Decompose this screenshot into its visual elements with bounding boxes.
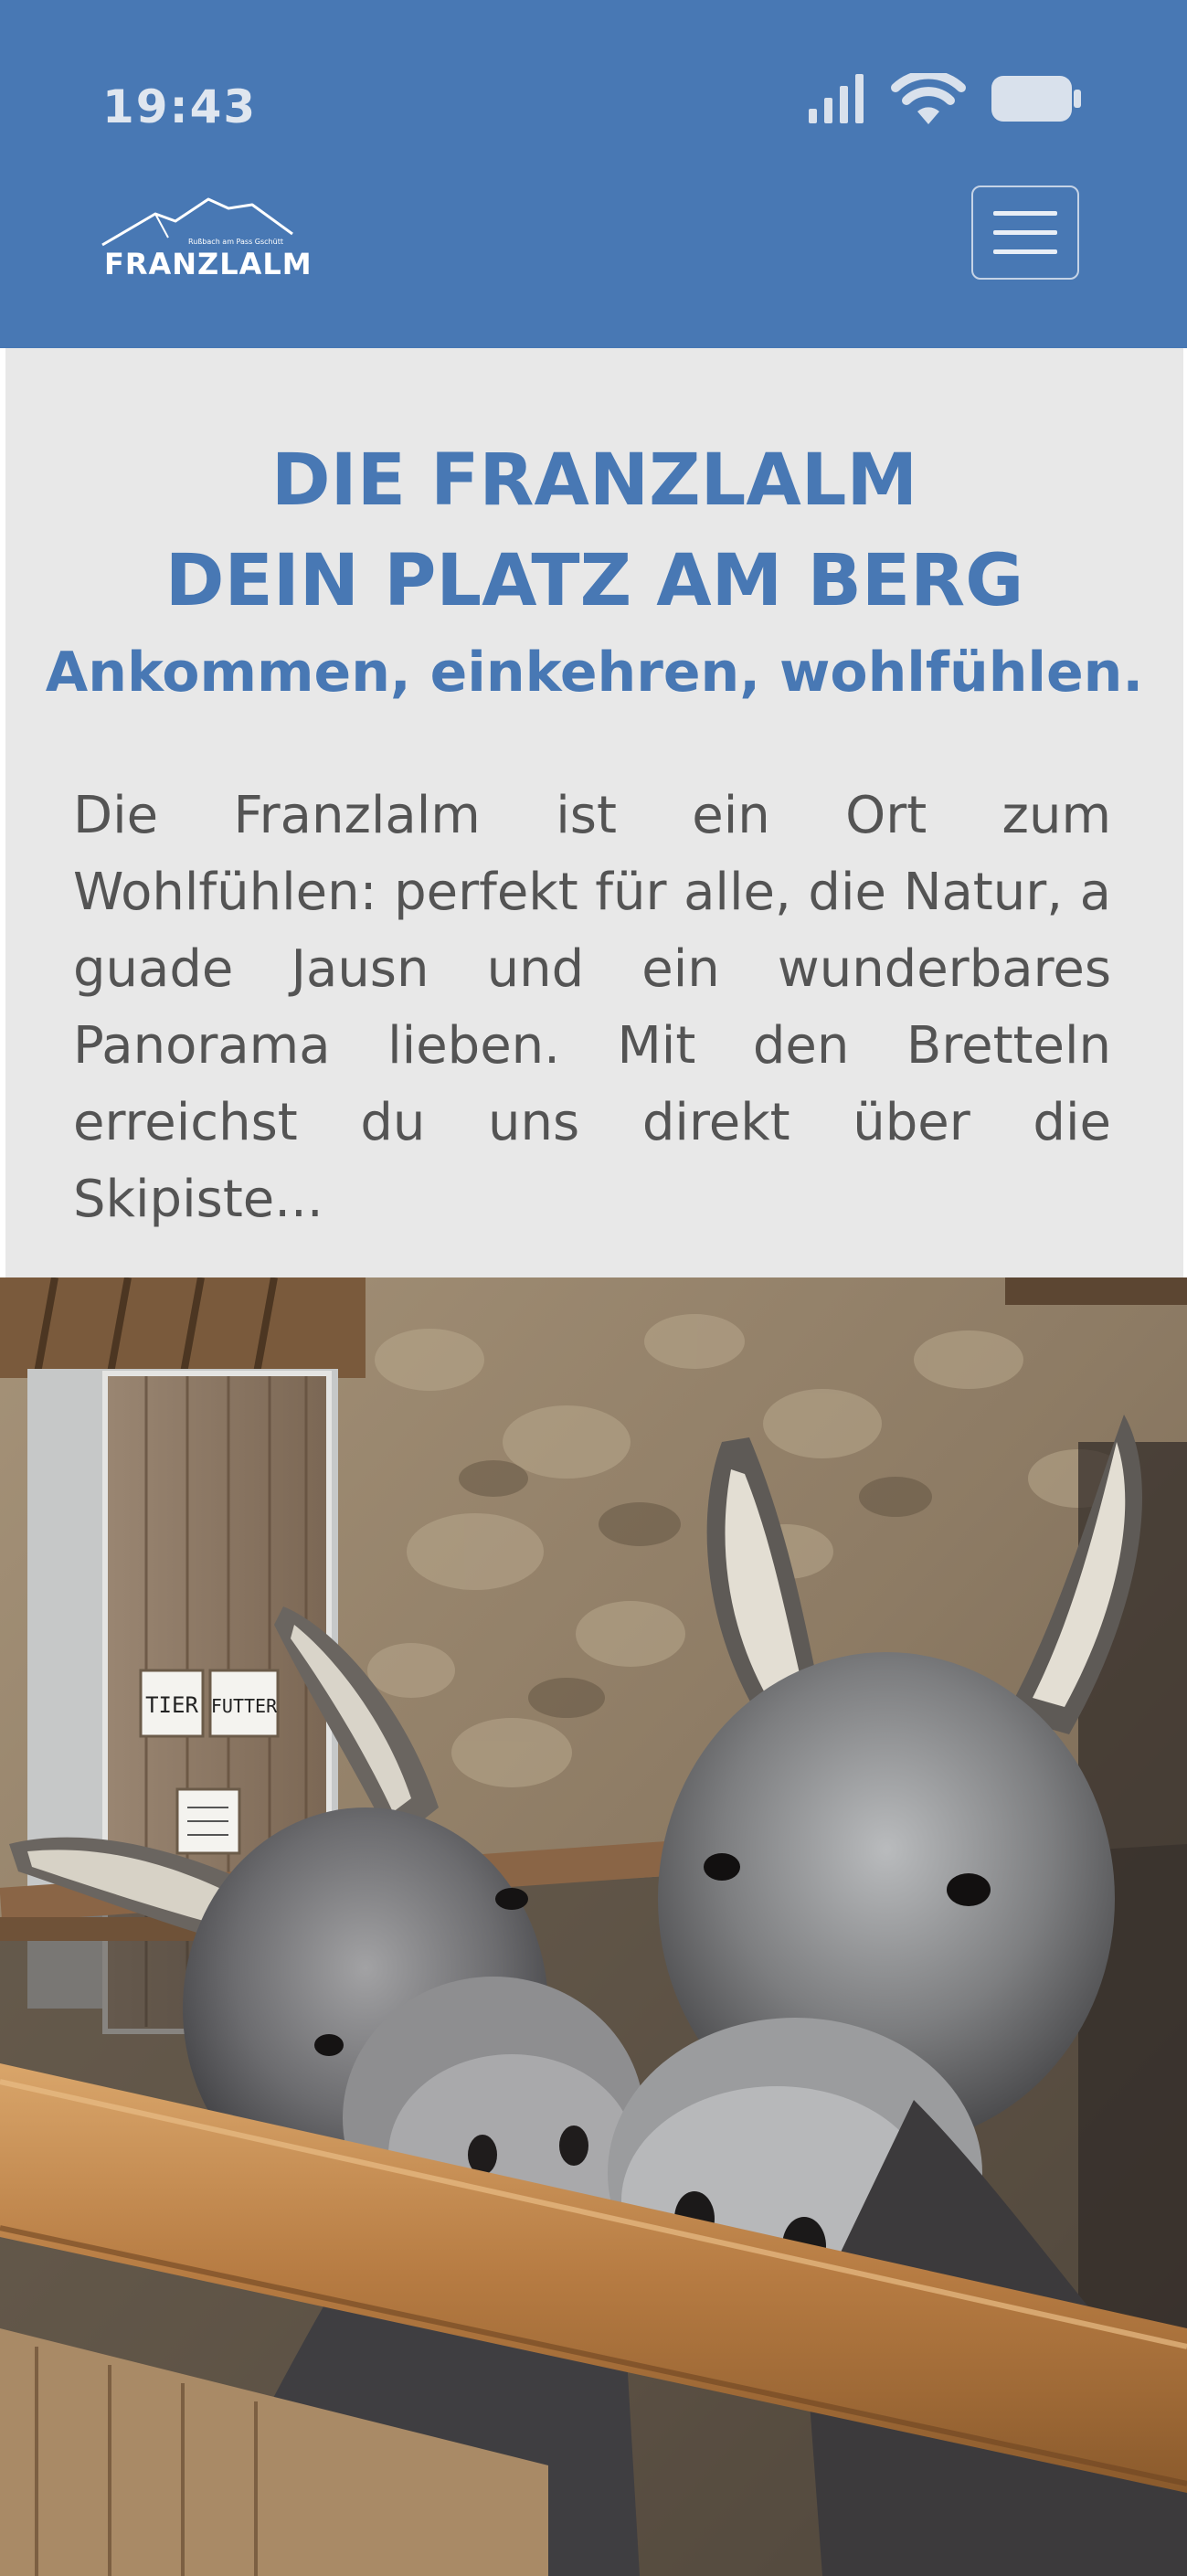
donkeys-photo: TIER FUTTER — [0, 1277, 1187, 2576]
hamburger-menu-button[interactable] — [971, 186, 1079, 280]
site-header: 19:43 Rußbach am Pass Gschütt FRANZLALM — [0, 0, 1187, 348]
battery-icon — [991, 76, 1081, 122]
wifi-icon — [891, 73, 966, 124]
logo-name: FRANZLALM — [104, 247, 313, 281]
status-icons — [809, 73, 1081, 124]
page-subtitle: Ankommen, einkehren, wohlfühlen. — [45, 641, 1144, 705]
hamburger-menu-icon-bar — [993, 211, 1057, 216]
status-time: 19:43 — [102, 80, 258, 133]
intro-section: DIE FRANZLALM DEIN PLATZ AM BERG Ankomme… — [5, 348, 1183, 1277]
intro-text: Die Franzlalm ist ein Ort zum Wohlfühlen… — [73, 786, 1111, 1229]
hamburger-menu-icon-bar — [993, 230, 1057, 235]
sign-text-tier: TIER — [145, 1692, 198, 1718]
page-title-line2: DEIN PLATZ AM BERG — [164, 540, 1024, 622]
donkeys-photo-illustration: TIER FUTTER — [0, 1277, 1187, 2576]
signal-icon — [809, 74, 864, 123]
sign-text-futter: FUTTER — [211, 1695, 278, 1717]
hamburger-menu-icon-bar — [993, 249, 1057, 254]
page-title-line1: DIE FRANZLALM — [270, 440, 918, 522]
logo-tagline: Rußbach am Pass Gschütt — [188, 238, 283, 246]
franzlalm-logo[interactable]: Rußbach am Pass Gschütt FRANZLALM — [101, 194, 312, 285]
